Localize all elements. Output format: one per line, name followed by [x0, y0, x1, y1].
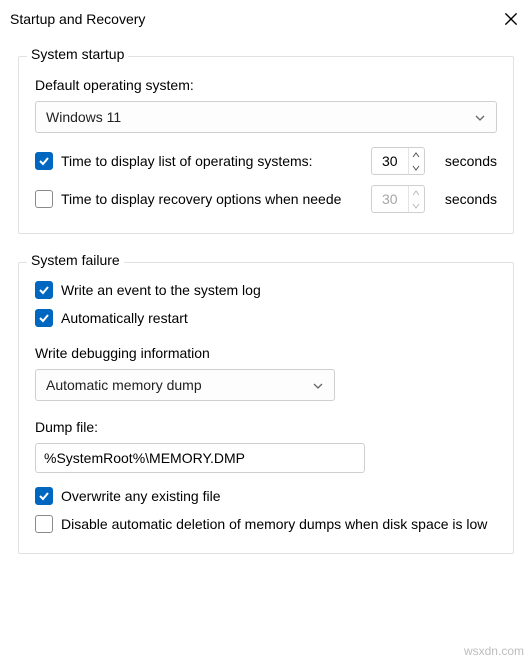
spinner-down-icon	[409, 199, 424, 212]
debug-info-value: Automatic memory dump	[46, 377, 202, 393]
overwrite-row: Overwrite any existing file	[35, 487, 497, 505]
default-os-value: Windows 11	[46, 109, 121, 125]
system-failure-legend: System failure	[27, 252, 124, 268]
dumpfile-input[interactable]: %SystemRoot%\MEMORY.DMP	[35, 443, 365, 473]
write-event-checkbox[interactable]	[35, 281, 53, 299]
system-startup-legend: System startup	[27, 46, 128, 62]
chevron-down-icon	[474, 111, 486, 123]
titlebar: Startup and Recovery	[0, 0, 532, 36]
default-os-label: Default operating system:	[35, 77, 497, 93]
display-list-unit: seconds	[445, 153, 497, 169]
spinner-arrows	[408, 186, 424, 212]
recovery-options-value: 30	[372, 191, 408, 207]
debug-info-select[interactable]: Automatic memory dump	[35, 369, 335, 401]
spinner-up-icon[interactable]	[409, 148, 424, 161]
content: System startup Default operating system:…	[0, 36, 532, 554]
display-list-label: Time to display list of operating system…	[61, 153, 341, 169]
auto-restart-row: Automatically restart	[35, 309, 497, 327]
display-list-value: 30	[372, 153, 408, 169]
close-icon[interactable]	[502, 10, 520, 28]
watermark: wsxdn.com	[464, 644, 524, 658]
recovery-options-label: Time to display recovery options when ne…	[61, 191, 341, 207]
dumpfile-label: Dump file:	[35, 419, 497, 435]
recovery-options-row: Time to display recovery options when ne…	[35, 185, 497, 213]
overwrite-label: Overwrite any existing file	[61, 488, 221, 504]
system-failure-group: System failure Write an event to the sys…	[18, 262, 514, 554]
display-list-spinner[interactable]: 30	[371, 147, 425, 175]
display-list-row: Time to display list of operating system…	[35, 147, 497, 175]
spinner-arrows	[408, 148, 424, 174]
write-event-row: Write an event to the system log	[35, 281, 497, 299]
disable-delete-row: Disable automatic deletion of memory dum…	[35, 515, 497, 533]
default-os-select[interactable]: Windows 11	[35, 101, 497, 133]
chevron-down-icon	[312, 379, 324, 391]
debug-info-label: Write debugging information	[35, 345, 497, 361]
recovery-options-spinner: 30	[371, 185, 425, 213]
auto-restart-checkbox[interactable]	[35, 309, 53, 327]
recovery-options-unit: seconds	[445, 191, 497, 207]
window-title: Startup and Recovery	[10, 11, 145, 27]
write-event-label: Write an event to the system log	[61, 282, 261, 298]
disable-delete-checkbox[interactable]	[35, 515, 53, 533]
spinner-up-icon	[409, 186, 424, 199]
system-startup-group: System startup Default operating system:…	[18, 56, 514, 234]
overwrite-checkbox[interactable]	[35, 487, 53, 505]
disable-delete-label: Disable automatic deletion of memory dum…	[61, 516, 491, 532]
recovery-options-checkbox[interactable]	[35, 190, 53, 208]
spinner-down-icon[interactable]	[409, 161, 424, 174]
display-list-checkbox[interactable]	[35, 152, 53, 170]
auto-restart-label: Automatically restart	[61, 310, 188, 326]
dumpfile-value: %SystemRoot%\MEMORY.DMP	[44, 450, 245, 466]
